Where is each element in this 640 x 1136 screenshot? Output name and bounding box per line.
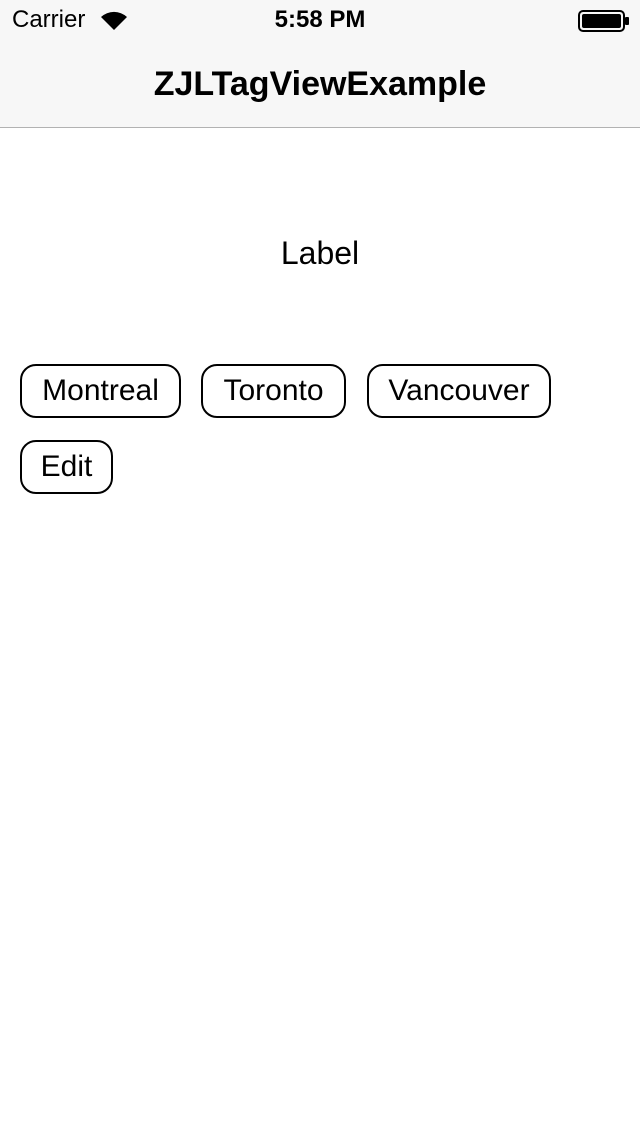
tag-montreal[interactable]: Montreal [20,364,181,418]
tag-vancouver[interactable]: Vancouver [367,364,551,418]
navigation-bar: Carrier 5:58 PM ZJLTagViewExample [0,0,640,128]
status-bar: Carrier 5:58 PM [0,0,640,40]
battery-icon [578,10,629,32]
tag-edit[interactable]: Edit [20,440,113,494]
content-label: Label [280,235,360,271]
nav-title: ZJLTagViewExample [153,65,487,103]
status-time: 5:58 PM [274,6,366,33]
tag-toronto[interactable]: Toronto [201,364,346,418]
